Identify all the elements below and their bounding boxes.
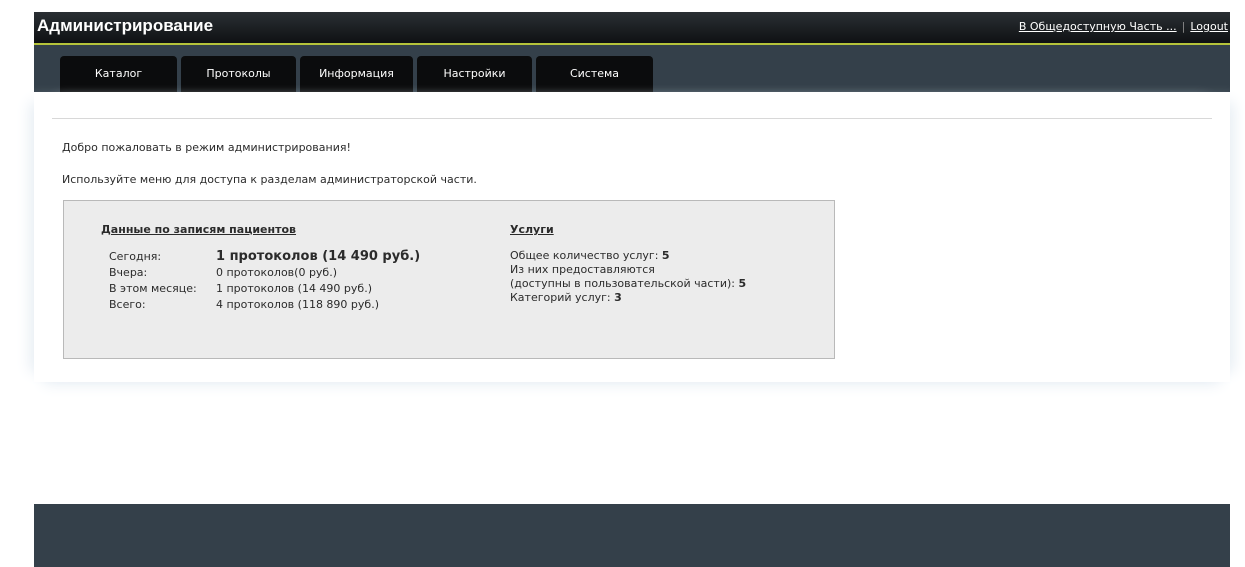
services-categories-line: Категорий услуг: 3 (510, 291, 746, 305)
app-title: Администрирование (37, 16, 214, 35)
services-provided-line1: Из них предоставляются (510, 263, 655, 276)
tab-information[interactable]: Информация (300, 56, 413, 92)
stats-row-month: В этом месяце: 1 протоколов (14 490 руб.… (109, 281, 420, 297)
link-separator: | (1181, 20, 1186, 33)
tab-bar: Каталог Протоколы Информация Настройки С… (60, 56, 653, 92)
row-value: 1 протоколов (14 490 руб.) (216, 249, 421, 264)
services-section-title[interactable]: Услуги (510, 223, 554, 236)
services-provided-label: (доступны в пользовательской части): (510, 277, 735, 290)
stats-row-today: Сегодня: 1 протоколов (14 490 руб.) (109, 249, 420, 265)
services-categories-label: Категорий услуг: (510, 291, 611, 304)
stats-row-yesterday: Вчера: 0 протоколов(0 руб.) (109, 265, 420, 281)
row-label: Сегодня: (109, 250, 162, 263)
row-value: 0 протоколов(0 руб.) (216, 266, 338, 279)
tab-protocols[interactable]: Протоколы (181, 56, 296, 92)
menu-hint-text: Используйте меню для доступа к разделам … (62, 173, 477, 186)
stats-box: Данные по записям пациентов Сегодня: 1 п… (63, 200, 835, 359)
main-navbar: Каталог Протоколы Информация Настройки С… (34, 45, 1230, 92)
services-stats: Общее количество услуг: 5 Из них предост… (510, 249, 746, 305)
row-label: В этом месяце: (109, 282, 197, 295)
top-header: Администрирование В Общедоступную Часть … (34, 12, 1230, 43)
services-total-label: Общее количество услуг: (510, 249, 659, 262)
content-divider (52, 118, 1212, 119)
services-total-line: Общее количество услуг: 5 (510, 249, 746, 263)
logout-link[interactable]: Logout (1190, 20, 1228, 33)
row-label: Всего: (109, 298, 146, 311)
row-label: Вчера: (109, 266, 148, 279)
tab-settings[interactable]: Настройки (417, 56, 532, 92)
services-provided-value: 5 (738, 277, 747, 290)
content-panel: Добро пожаловать в режим администрирован… (34, 92, 1230, 382)
tab-catalog[interactable]: Каталог (60, 56, 177, 92)
page-footer (34, 504, 1230, 567)
patients-section-title[interactable]: Данные по записям пациентов (101, 223, 296, 236)
row-value: 4 протоколов (118 890 руб.) (216, 298, 379, 311)
services-total-value: 5 (661, 249, 670, 262)
stats-row-total: Всего: 4 протоколов (118 890 руб.) (109, 297, 420, 313)
tab-system[interactable]: Система (536, 56, 653, 92)
services-categories-value: 3 (614, 291, 622, 304)
public-part-link[interactable]: В Общедоступную Часть ... (1019, 20, 1177, 33)
header-links: В Общедоступную Часть ... | Logout (1019, 20, 1228, 33)
row-value: 1 протоколов (14 490 руб.) (216, 282, 372, 295)
patients-stats: Сегодня: 1 протоколов (14 490 руб.) Вчер… (109, 249, 420, 313)
services-provided-line2: (доступны в пользовательской части): 5 (510, 277, 746, 291)
welcome-text: Добро пожаловать в режим администрирован… (62, 141, 351, 154)
